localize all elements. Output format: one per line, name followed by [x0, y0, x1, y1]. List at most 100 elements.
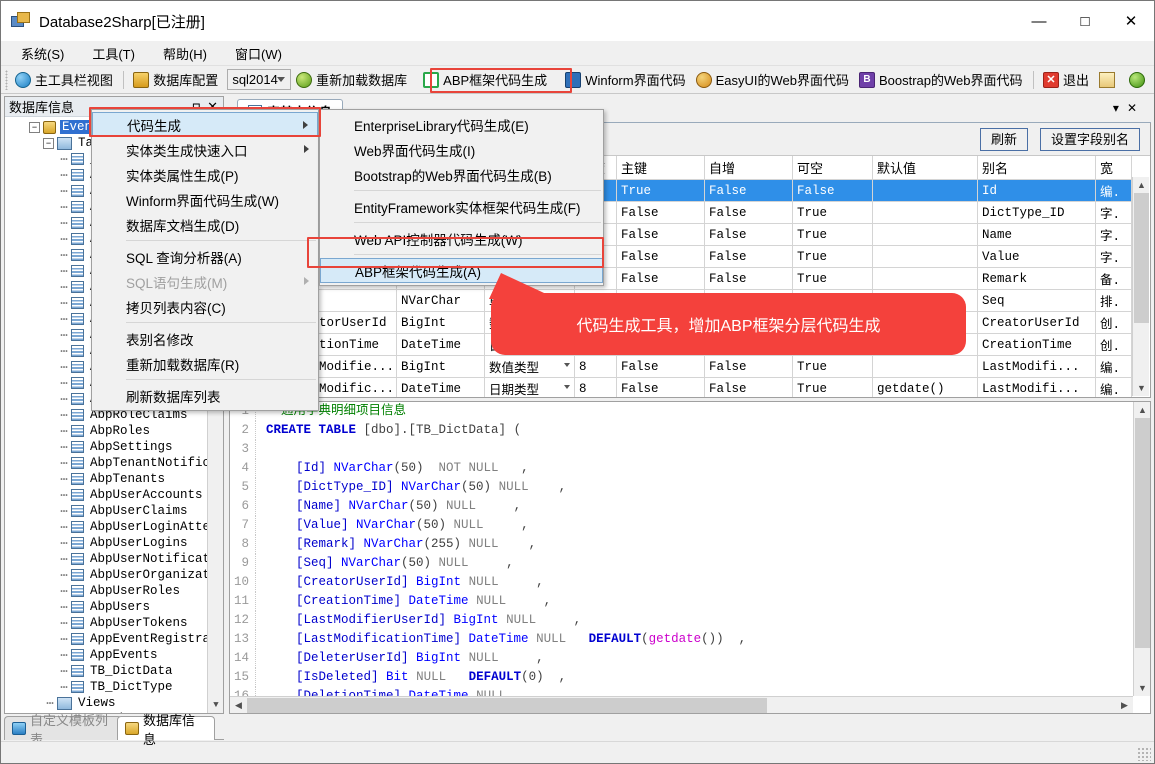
- cell-description[interactable]: 编.: [1095, 179, 1132, 202]
- chevron-down-icon[interactable]: [564, 363, 570, 367]
- cell-primarykey[interactable]: False: [616, 245, 705, 268]
- cell-primarykey[interactable]: False: [616, 267, 705, 290]
- grid-scroll-up-icon[interactable]: ▲: [1133, 177, 1150, 193]
- cell-alias[interactable]: Value: [977, 245, 1096, 268]
- cell-identity[interactable]: False: [704, 179, 793, 202]
- cell-alias[interactable]: LastModifi...: [977, 355, 1096, 378]
- cell-type[interactable]: DateTime: [396, 333, 485, 356]
- tree-item-table[interactable]: ⋯ AbpUserNotifications: [5, 551, 223, 567]
- menu-item[interactable]: 代码生成: [92, 112, 318, 137]
- maximize-button[interactable]: □: [1062, 1, 1108, 41]
- cell-type[interactable]: NVarChar: [396, 289, 485, 312]
- cell-nullable[interactable]: True: [792, 245, 873, 268]
- toolbar-home[interactable]: [1094, 70, 1124, 90]
- cell-default[interactable]: [872, 223, 978, 246]
- cell-description[interactable]: 字.: [1095, 223, 1132, 246]
- cell-primarykey[interactable]: True: [616, 179, 705, 202]
- cell-default[interactable]: [872, 267, 978, 290]
- menu-item[interactable]: Bootstrap的Web界面代码生成(B): [320, 162, 603, 187]
- cell-length[interactable]: 8: [574, 355, 617, 378]
- tab-dropdown-icon[interactable]: ▾: [1113, 101, 1127, 115]
- cell-identity[interactable]: False: [704, 267, 793, 290]
- cell-category[interactable]: 日期类型: [484, 377, 575, 397]
- cell-nullable[interactable]: True: [792, 377, 873, 397]
- menu-item[interactable]: Web界面代码生成(I): [320, 137, 603, 162]
- grid-scrollbar[interactable]: ▲ ▼: [1132, 177, 1149, 396]
- cell-alias[interactable]: LastModifi...: [977, 377, 1096, 397]
- col-alias[interactable]: 别名: [977, 156, 1096, 180]
- grid-scroll-down-icon[interactable]: ▼: [1133, 380, 1150, 396]
- collapse-icon-tables[interactable]: −: [43, 137, 54, 149]
- cell-primarykey[interactable]: False: [616, 355, 705, 378]
- cell-default[interactable]: [872, 201, 978, 224]
- set-field-alias-button[interactable]: 设置字段别名: [1039, 128, 1140, 151]
- collapse-icon[interactable]: −: [29, 121, 40, 133]
- cell-length[interactable]: 8: [574, 377, 617, 397]
- cell-description[interactable]: 字.: [1095, 201, 1132, 224]
- toolbar-winform-code[interactable]: Winform界面代码: [560, 68, 690, 91]
- cell-description[interactable]: 排.: [1095, 289, 1132, 312]
- toolbar-main-view[interactable]: 主工具栏视图: [10, 68, 118, 91]
- tree-item-table[interactable]: ⋯ AbpUserTokens: [5, 615, 223, 631]
- toolbar-exit[interactable]: ✕ 退出: [1038, 68, 1094, 91]
- cell-description[interactable]: 字.: [1095, 245, 1132, 268]
- bottom-tab-database-info[interactable]: 数据库信息: [117, 713, 215, 747]
- menu-tools[interactable]: 工具(T): [78, 41, 149, 66]
- cell-alias[interactable]: Remark: [977, 267, 1096, 290]
- menu-item[interactable]: EntityFramework实体框架代码生成(F): [320, 194, 603, 219]
- col-nullable[interactable]: 可空: [792, 156, 873, 180]
- sql-scroll-right-icon[interactable]: ▶: [1116, 697, 1133, 713]
- sql-code[interactable]: 1 --通用字典明细项目信息 2 CREATE TABLE [dbo].[TB_Dic…: [230, 402, 1133, 696]
- cell-identity[interactable]: False: [704, 245, 793, 268]
- menu-item[interactable]: 拷贝列表内容(C): [92, 294, 318, 319]
- sql-scroll-up-icon[interactable]: ▲: [1134, 402, 1150, 418]
- bottom-tab-template-list[interactable]: 自定义模板列表: [4, 713, 122, 747]
- minimize-button[interactable]: —: [1016, 1, 1062, 41]
- cell-type[interactable]: BigInt: [396, 311, 485, 334]
- cell-identity[interactable]: False: [704, 355, 793, 378]
- cell-description[interactable]: 备.: [1095, 267, 1132, 290]
- tree-item-table[interactable]: ⋯ AbpUserClaims: [5, 503, 223, 519]
- cell-default[interactable]: [872, 245, 978, 268]
- menu-item[interactable]: SQL 查询分析器(A): [92, 244, 318, 269]
- database-select[interactable]: sql2014: [227, 69, 292, 90]
- menu-item[interactable]: 实体类生成快速入口: [92, 137, 318, 162]
- table-row[interactable]: LastModifie... BigInt 数值类型 8 False False True L…: [230, 355, 1132, 378]
- tree-item-table[interactable]: ⋯ AppEventRegistration: [5, 631, 223, 647]
- cell-default[interactable]: [872, 355, 978, 378]
- sql-vscroll-thumb[interactable]: [1135, 418, 1150, 648]
- toolbar-easyui-code[interactable]: EasyUI的Web界面代码: [691, 68, 854, 91]
- cell-description[interactable]: 编.: [1095, 377, 1132, 397]
- cell-nullable[interactable]: True: [792, 355, 873, 378]
- tree-item-table[interactable]: ⋯ AbpUserAccounts: [5, 487, 223, 503]
- cell-nullable[interactable]: False: [792, 179, 873, 202]
- menu-item[interactable]: Winform界面代码生成(W): [92, 187, 318, 212]
- toolbar-grip[interactable]: [5, 69, 8, 90]
- cell-default[interactable]: getdate(): [872, 377, 978, 397]
- tree-item-table[interactable]: ⋯ AbpUserLoginAttempts: [5, 519, 223, 535]
- col-default[interactable]: 默认值: [872, 156, 978, 180]
- tree-item-table[interactable]: ⋯ AbpUserLogins: [5, 535, 223, 551]
- code-generation-submenu[interactable]: EnterpriseLibrary代码生成(E) Web界面代码生成(I) Boot…: [319, 109, 604, 286]
- menu-help[interactable]: 帮助(H): [149, 41, 221, 66]
- tree-item-table[interactable]: ⋯ AbpUserOrganizationU: [5, 567, 223, 583]
- tree-item-table[interactable]: ⋯ AbpUsers: [5, 599, 223, 615]
- toolbar-rss[interactable]: [1124, 70, 1154, 90]
- tree-item-table[interactable]: ⋯ TB_DictType: [5, 679, 223, 695]
- menu-item[interactable]: ABP框架代码生成(A): [320, 258, 603, 283]
- menu-item[interactable]: 刷新数据库列表: [92, 383, 318, 408]
- cell-nullable[interactable]: True: [792, 201, 873, 224]
- cell-identity[interactable]: False: [704, 201, 793, 224]
- cell-nullable[interactable]: True: [792, 223, 873, 246]
- tree-item-table[interactable]: ⋯ AbpTenantNotificatio: [5, 455, 223, 471]
- resize-grip[interactable]: [1137, 747, 1151, 761]
- menu-item[interactable]: 实体类属性生成(P): [92, 162, 318, 187]
- tree-item-table[interactable]: ⋯ TB_DictData: [5, 663, 223, 679]
- col-primarykey[interactable]: 主键: [616, 156, 705, 180]
- menu-item[interactable]: 表别名修改: [92, 326, 318, 351]
- refresh-button[interactable]: 刷新: [979, 128, 1028, 151]
- cell-alias[interactable]: Seq: [977, 289, 1096, 312]
- cell-nullable[interactable]: True: [792, 267, 873, 290]
- scroll-down-icon[interactable]: ▼: [208, 697, 223, 713]
- sql-vertical-scrollbar[interactable]: ▲ ▼: [1133, 402, 1150, 696]
